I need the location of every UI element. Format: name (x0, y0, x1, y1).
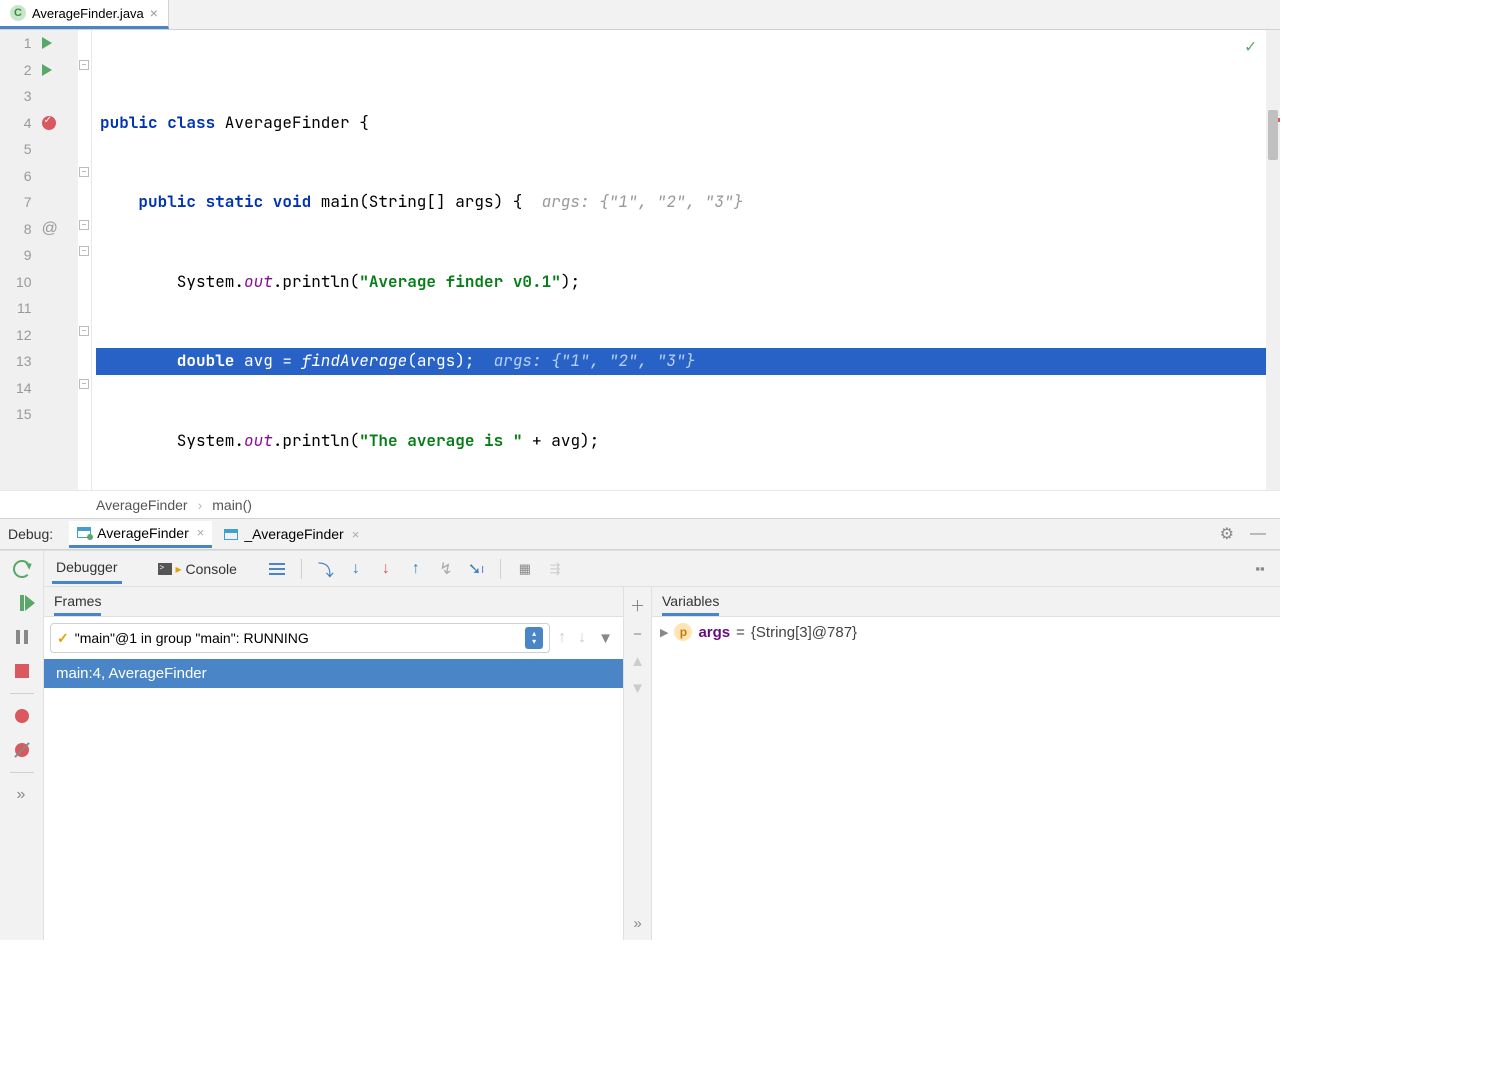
layout-settings-button[interactable]: ▪▪ (1248, 557, 1272, 581)
breadcrumb[interactable]: AverageFinder › main() (0, 490, 1280, 518)
override-icon[interactable]: @ (42, 216, 58, 243)
evaluate-expression-button[interactable]: ▦ (513, 557, 537, 581)
close-icon[interactable]: × (352, 527, 360, 542)
breadcrumb-method[interactable]: main() (212, 497, 252, 513)
fold-icon[interactable]: − (79, 326, 89, 336)
variables-header: Variables (652, 587, 1280, 617)
run-to-cursor-button[interactable]: ➘I (464, 557, 488, 581)
debug-left-toolbar: » (0, 551, 44, 940)
variable-row[interactable]: ▶ p args = {String[3]@787} (652, 617, 1280, 647)
trace-current-stream-button[interactable]: ⇶ (543, 557, 567, 581)
breadcrumb-class[interactable]: AverageFinder (96, 497, 188, 513)
debugger-tab[interactable]: Debugger (52, 553, 122, 584)
step-over-button[interactable]: ⤵ (314, 557, 338, 581)
tab-filename: AverageFinder.java (32, 6, 144, 21)
run-config-icon (224, 529, 238, 540)
up-button[interactable]: ▲ (630, 653, 645, 670)
pause-button[interactable] (10, 625, 34, 649)
filter-icon[interactable]: ▼ (594, 630, 617, 647)
debug-session-tab-active[interactable]: AverageFinder × (69, 521, 212, 548)
step-out-button[interactable]: ↑ (404, 557, 428, 581)
code-editor[interactable]: 123 456 789 101112 131415 @ − − − − − − … (0, 30, 1280, 490)
breakpoint-icon[interactable] (42, 110, 56, 137)
toolwindow-title: Debug: (8, 526, 53, 542)
fold-icon[interactable]: − (79, 60, 89, 70)
code-area[interactable]: ✓ public class AverageFinder { public st… (92, 30, 1266, 490)
threads-icon[interactable] (265, 557, 289, 581)
frames-panel: Frames ✓ "main"@1 in group "main": RUNNI… (44, 587, 624, 940)
check-icon: ✓ (57, 630, 69, 647)
fold-icon[interactable]: − (79, 379, 89, 389)
console-tab[interactable]: ▸ Console (154, 555, 241, 583)
prev-frame-button[interactable]: ↑ (554, 629, 570, 647)
stop-button[interactable] (10, 659, 34, 683)
editor-scrollbar[interactable] (1266, 30, 1280, 490)
more-icon[interactable]: » (633, 915, 641, 932)
editor-tabs: C AverageFinder.java × (0, 0, 1280, 30)
drop-frame-button[interactable]: ↯ (434, 557, 458, 581)
close-icon[interactable]: × (150, 5, 158, 21)
resume-button[interactable] (10, 591, 34, 615)
gutter-icons: @ (38, 30, 77, 490)
rerun-button[interactable] (10, 557, 34, 581)
editor-gutter: 123 456 789 101112 131415 @ (0, 30, 78, 490)
chevron-right-icon: › (198, 497, 203, 513)
step-into-button[interactable]: ↓ (344, 557, 368, 581)
execution-line: double avg = findAverage(args); args: {"… (96, 348, 1266, 375)
mute-breakpoints-button[interactable] (10, 738, 34, 762)
run-gutter-icon[interactable] (42, 30, 52, 57)
thread-selector[interactable]: ✓ "main"@1 in group "main": RUNNING ▴▾ (50, 623, 550, 653)
parameter-icon: p (674, 623, 692, 641)
run-gutter-icon[interactable] (42, 57, 52, 84)
hide-icon[interactable]: — (1244, 525, 1272, 543)
debug-toolwindow: » Debugger ▸ Console ⤵ ↓ ↓ ↑ ↯ ➘I ▦ ⇶ ▪▪ (0, 550, 1280, 940)
new-watch-button[interactable]: ＋ (630, 595, 645, 616)
class-icon: C (10, 5, 26, 21)
close-icon[interactable]: × (197, 525, 205, 540)
variables-panel: Variables ▶ p args = {String[3]@787} (652, 587, 1280, 940)
stack-frame-row[interactable]: main:4, AverageFinder (44, 659, 623, 688)
debug-toolwindow-header: Debug: AverageFinder × _AverageFinder × … (0, 518, 1280, 550)
debug-toolbar: Debugger ▸ Console ⤵ ↓ ↓ ↑ ↯ ➘I ▦ ⇶ ▪▪ (44, 551, 1280, 587)
line-numbers: 123 456 789 101112 131415 (0, 30, 38, 490)
run-config-icon (77, 527, 91, 538)
gear-icon[interactable]: ⚙ (1214, 524, 1240, 544)
next-frame-button[interactable]: ↓ (574, 629, 590, 647)
fold-icon[interactable]: − (79, 167, 89, 177)
scrollbar-thumb[interactable] (1268, 110, 1278, 160)
editor-tab-averagefinder[interactable]: C AverageFinder.java × (0, 0, 169, 29)
more-icon[interactable]: » (10, 783, 34, 807)
debug-session-tab[interactable]: _AverageFinder × (216, 522, 367, 546)
remove-watch-button[interactable]: − (633, 626, 642, 643)
analysis-ok-icon[interactable]: ✓ (1245, 34, 1256, 61)
console-icon (158, 563, 172, 575)
dropdown-stepper[interactable]: ▴▾ (525, 627, 543, 649)
expand-icon[interactable]: ▶ (660, 626, 668, 639)
frames-header: Frames (44, 587, 623, 617)
variables-toolbar: ＋ − ▲ ▼ » (624, 587, 652, 940)
force-step-into-button[interactable]: ↓ (374, 557, 398, 581)
fold-icon[interactable]: − (79, 220, 89, 230)
down-button[interactable]: ▼ (630, 680, 645, 697)
fold-column: − − − − − − (78, 30, 92, 490)
view-breakpoints-button[interactable] (10, 704, 34, 728)
fold-icon[interactable]: − (79, 246, 89, 256)
